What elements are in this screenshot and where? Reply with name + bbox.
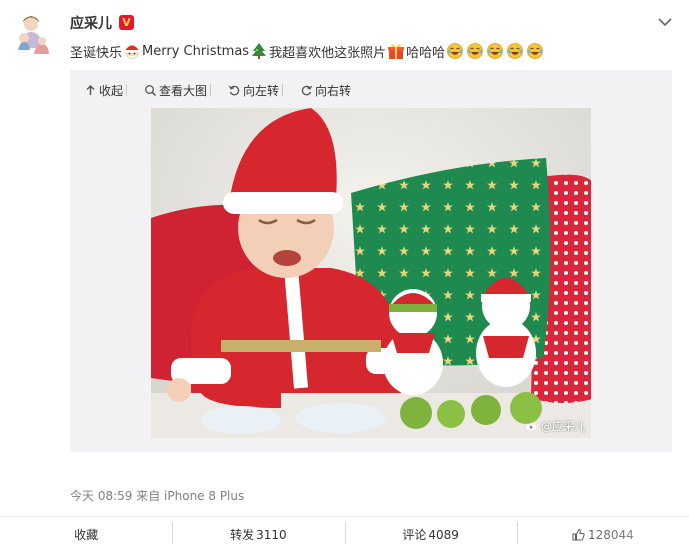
post-source: 来自 iPhone 8 Plus — [136, 489, 245, 503]
comment-label: 评论 — [402, 528, 427, 542]
rotate-right-label: 向右转 — [315, 83, 352, 98]
repost-label: 转发 — [230, 528, 255, 542]
arrow-up-icon — [84, 84, 97, 97]
collapse-label: 收起 — [99, 83, 124, 98]
favorite-button[interactable]: 收藏 — [0, 517, 172, 552]
view-large-label: 查看大图 — [159, 83, 208, 98]
watermark-text: @应采儿 — [541, 420, 585, 433]
like-button[interactable]: 128044 — [516, 517, 689, 552]
toolbar-divider — [126, 84, 128, 96]
verified-badge-icon: V — [119, 15, 134, 30]
media-panel: 收起 查看大图 向左转 向右转 @应采儿 — [70, 70, 672, 452]
like-count: 128044 — [587, 527, 634, 542]
laughing-emoji-icon — [486, 42, 504, 60]
avatar[interactable] — [14, 14, 52, 64]
post-meta: 今天 08:59 来自 iPhone 8 Plus — [70, 487, 244, 504]
comment-button[interactable]: 评论 4089 — [344, 517, 517, 552]
weibo-logo-icon — [526, 421, 538, 431]
santa-emoji-icon — [123, 42, 141, 60]
magnifier-icon — [144, 84, 157, 97]
author-name[interactable]: 应采儿 — [70, 13, 112, 33]
toolbar-divider — [282, 84, 284, 96]
toolbar-divider — [210, 84, 212, 96]
laughing-emoji-icon — [446, 42, 464, 60]
collapse-button[interactable]: 收起 — [84, 82, 123, 99]
gift-icon — [387, 42, 405, 60]
post-text-greeting: 圣诞快乐 — [70, 45, 123, 61]
comment-count: 4089 — [428, 527, 459, 542]
post-text: 圣诞快乐 Merry Christmas 我超喜欢他这张照片 哈哈哈 — [70, 40, 545, 62]
christmas-tree-icon — [250, 42, 268, 60]
view-large-button[interactable]: 查看大图 — [144, 82, 207, 99]
chevron-down-icon[interactable] — [658, 12, 672, 27]
post-text-laugh: 哈哈哈 — [406, 45, 446, 61]
repost-button[interactable]: 转发 3110 — [172, 517, 344, 552]
favorite-label: 收藏 — [74, 528, 99, 542]
laughing-emoji-icon — [526, 42, 544, 60]
rotate-right-icon — [300, 84, 313, 97]
rotate-right-button[interactable]: 向右转 — [300, 82, 351, 99]
photo-watermark: @应采儿 — [526, 418, 585, 434]
post-actions-bar: 收藏 转发 3110 评论 4089 128044 — [0, 516, 689, 552]
laughing-emoji-icon — [466, 42, 484, 60]
repost-count: 3110 — [256, 527, 287, 542]
rotate-left-icon — [228, 84, 241, 97]
rotate-left-button[interactable]: 向左转 — [228, 82, 279, 99]
thumbs-up-icon — [572, 528, 585, 541]
post-text-comment: 我超喜欢他这张照片 — [269, 45, 387, 61]
post-text-english: Merry Christmas — [142, 43, 250, 59]
post-timestamp[interactable]: 今天 08:59 — [70, 489, 132, 503]
media-toolbar: 收起 查看大图 向左转 向右转 — [84, 81, 370, 99]
laughing-emoji-row — [445, 42, 545, 60]
laughing-emoji-icon — [506, 42, 524, 60]
weibo-post-card: 应采儿 V 圣诞快乐 Merry Christmas 我超喜欢他这张照片 哈哈哈… — [0, 0, 689, 552]
rotate-left-label: 向左转 — [243, 83, 280, 98]
post-photo[interactable]: @应采儿 — [151, 108, 591, 438]
